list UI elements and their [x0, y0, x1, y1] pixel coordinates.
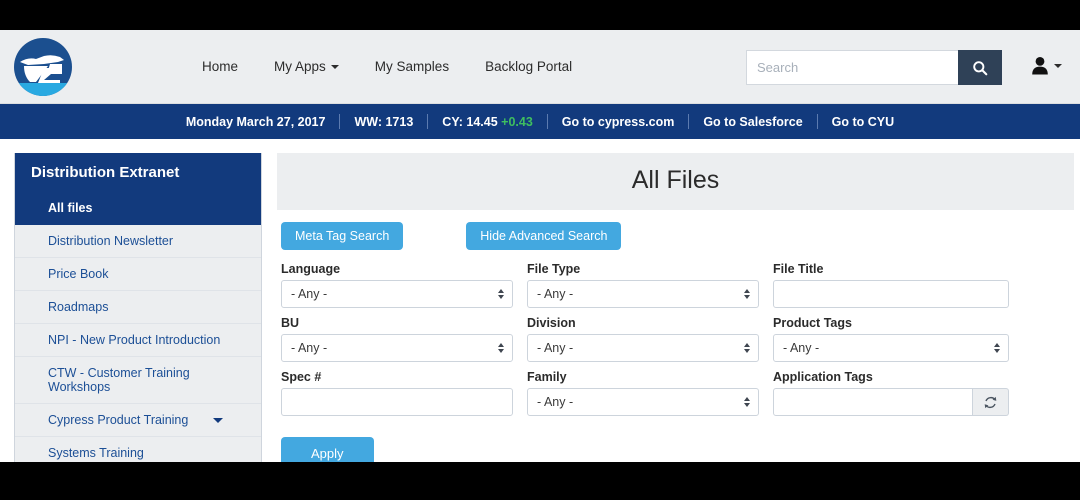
field-label: Application Tags: [773, 370, 873, 384]
apply-row: Apply: [277, 424, 1074, 462]
refresh-icon: [984, 396, 997, 408]
main-menu: Home My Apps My Samples Backlog Portal: [184, 53, 590, 80]
nav-item-my-samples-label: My Samples: [374, 59, 450, 74]
top-navigation-bar: Home My Apps My Samples Backlog Portal: [0, 30, 1080, 104]
sidebar-item-label: Roadmaps: [48, 300, 109, 314]
sidebar-item-cypress-product-training[interactable]: Cypress Product Training: [15, 404, 261, 437]
sidebar-item-label: Distribution Newsletter: [48, 234, 174, 248]
info-work-week: WW: 1713: [354, 114, 414, 129]
application-tags-input[interactable]: [773, 388, 974, 416]
caret-down-icon: [330, 64, 339, 69]
meta-tag-search-button[interactable]: Meta Tag Search: [281, 222, 404, 250]
division-select[interactable]: [527, 334, 759, 362]
file-type-select[interactable]: [527, 280, 759, 308]
advanced-search-form: Language File Type File Title: [277, 250, 1074, 424]
info-stock-delta: +0.43: [501, 114, 533, 129]
nav-item-backlog-portal[interactable]: Backlog Portal: [467, 53, 590, 80]
language-select[interactable]: [281, 280, 513, 308]
sidebar-item-price-book[interactable]: Price Book: [15, 258, 261, 291]
sidebar-item-label: Systems Training: [48, 446, 144, 460]
hide-advanced-search-button[interactable]: Hide Advanced Search: [466, 222, 622, 250]
field-product-tags: Product Tags: [773, 316, 1009, 362]
product-tags-select[interactable]: [773, 334, 1009, 362]
sidebar-item-all-files[interactable]: All files: [15, 192, 261, 225]
search-toolbar: Meta Tag Search Hide Advanced Search: [277, 210, 1074, 250]
field-division: Division: [527, 316, 759, 362]
field-spec-number: Spec #: [281, 370, 513, 416]
sidebar-item-distribution-newsletter[interactable]: Distribution Newsletter: [15, 225, 261, 258]
page-title: All Files: [631, 166, 720, 194]
cypress-logo[interactable]: [14, 37, 72, 96]
link-cyu[interactable]: Go to CYU: [832, 115, 895, 129]
search-button[interactable]: [958, 50, 1002, 85]
sidebar-item-label: CTW - Customer Training Workshops: [48, 366, 190, 394]
field-label: Family: [527, 370, 567, 384]
link-cypress-com[interactable]: Go to cypress.com: [562, 115, 675, 129]
spec-number-input[interactable]: [281, 388, 513, 416]
letterbox-top: [0, 0, 1080, 30]
logo-band: [14, 82, 72, 96]
apply-button[interactable]: Apply: [281, 437, 374, 462]
field-label: Language: [281, 262, 341, 276]
info-stock-value: CY: 14.45: [442, 114, 498, 129]
field-file-title: File Title: [773, 262, 1009, 308]
nav-item-home[interactable]: Home: [184, 53, 256, 80]
field-family: Family: [527, 370, 759, 416]
nav-item-backlog-portal-label: Backlog Portal: [485, 59, 573, 74]
page-body: Distribution Extranet All files Distribu…: [0, 139, 1080, 462]
nav-item-my-apps[interactable]: My Apps: [256, 53, 357, 80]
search-icon: [973, 60, 988, 75]
search-input[interactable]: [746, 50, 958, 85]
nav-item-my-apps-label: My Apps: [274, 59, 326, 74]
sidebar-item-label: Price Book: [48, 267, 109, 281]
info-bar: Monday March 27, 2017 WW: 1713 CY: 14.45…: [0, 104, 1080, 139]
sidebar-item-label: All files: [48, 201, 93, 215]
field-application-tags: Application Tags: [773, 370, 1009, 416]
sidebar-item-label: Cypress Product Training: [48, 413, 189, 427]
sidebar-item-systems-training[interactable]: Systems Training: [15, 437, 261, 462]
page-viewport: Home My Apps My Samples Backlog Portal S…: [0, 30, 1080, 462]
field-language: Language: [281, 262, 513, 308]
field-label: Spec #: [281, 370, 322, 384]
sidebar-item-npi[interactable]: NPI - New Product Introduction: [15, 324, 261, 357]
sidebar-item-ctw[interactable]: CTW - Customer Training Workshops: [15, 357, 261, 404]
sidebar-title: Distribution Extranet: [15, 153, 261, 192]
chevron-down-icon: [213, 417, 223, 423]
main-content: All Files Meta Tag Search Hide Advanced …: [277, 153, 1074, 462]
letterbox-bottom: [0, 462, 1080, 500]
page-title-bar: All Files: [277, 153, 1074, 210]
search-box: [746, 50, 1002, 85]
field-label: File Title: [773, 262, 824, 276]
user-icon: [1032, 57, 1048, 75]
field-bu: BU: [281, 316, 513, 362]
field-file-type: File Type: [527, 262, 759, 308]
field-label: BU: [281, 316, 300, 330]
user-caret-down-icon: [1054, 63, 1062, 68]
info-date: Monday March 27, 2017: [185, 114, 326, 129]
family-select[interactable]: [527, 388, 759, 416]
sidebar: Distribution Extranet All files Distribu…: [14, 153, 262, 462]
nav-item-home-label: Home: [202, 59, 239, 74]
application-tags-refresh-button[interactable]: [973, 388, 1009, 416]
field-label: File Type: [527, 262, 581, 276]
field-label: Division: [527, 316, 576, 330]
info-stock-price: CY: 14.45 +0.43: [428, 115, 546, 129]
link-salesforce[interactable]: Go to Salesforce: [703, 115, 802, 129]
bu-select[interactable]: [281, 334, 513, 362]
file-title-input[interactable]: [773, 280, 1009, 308]
sidebar-item-roadmaps[interactable]: Roadmaps: [15, 291, 261, 324]
user-menu[interactable]: [1031, 56, 1062, 75]
nav-item-my-samples[interactable]: My Samples: [357, 53, 467, 80]
sidebar-item-label: NPI - New Product Introduction: [48, 333, 221, 347]
field-label: Product Tags: [773, 316, 852, 330]
